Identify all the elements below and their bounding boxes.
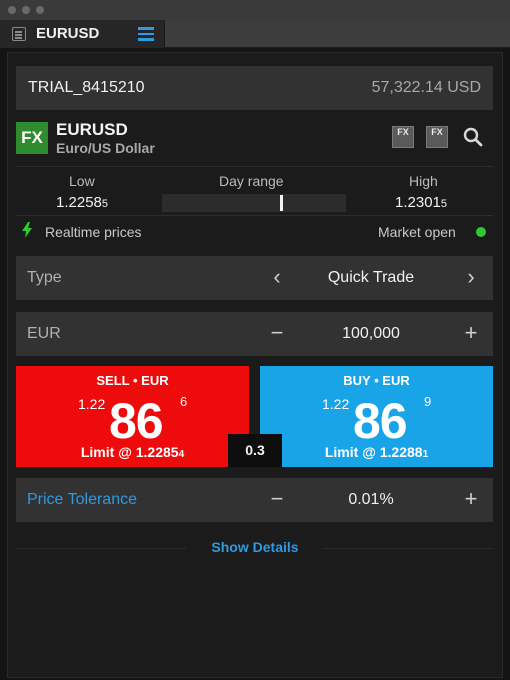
sell-button[interactable]: SELL • EUR 1.22 86 6 Limit @ 1.22854 — [16, 366, 249, 467]
type-next-button[interactable]: › — [456, 262, 486, 292]
high-label: High — [409, 173, 438, 189]
sell-price-big: 86 — [109, 393, 164, 449]
divider — [16, 166, 493, 167]
low-label: Low — [69, 173, 95, 189]
type-label: Type — [27, 269, 62, 286]
instrument-symbol: EURUSD — [56, 120, 128, 139]
day-range-label: Day range — [219, 173, 284, 189]
buy-price-big: 86 — [353, 393, 408, 449]
spread-value: 0.3 — [228, 434, 282, 467]
order-type-row: Type ‹ Quick Trade › — [16, 256, 493, 300]
lightning-icon — [22, 222, 32, 238]
window-close-button[interactable] — [8, 6, 16, 14]
fx-badge: FX — [16, 122, 48, 154]
sell-limit: Limit @ 1.22854 — [80, 444, 185, 460]
window-maximize-button[interactable] — [36, 6, 44, 14]
show-details-link[interactable]: Show Details — [0, 539, 510, 555]
day-range-bar — [162, 194, 346, 212]
market-status-label: Market open — [378, 224, 456, 240]
buy-price-pip: 9 — [424, 394, 432, 409]
buy-button[interactable]: BUY • EUR 1.22 86 9 Limit @ 1.22881 — [260, 366, 493, 467]
amount-input[interactable]: 100,000 — [256, 325, 486, 343]
tab-title: EURUSD — [36, 25, 100, 42]
market-status-dot — [476, 227, 486, 237]
chart-alt-icon[interactable]: FX — [426, 126, 448, 148]
divider — [16, 215, 493, 216]
sell-price-pip: 6 — [180, 394, 188, 409]
buy-price-prefix: 1.22 — [322, 396, 350, 412]
window-titlebar — [0, 0, 510, 20]
buy-label: BUY • EUR — [343, 373, 410, 388]
account-selector[interactable]: TRIAL_8415210 57,322.14 USD — [16, 66, 493, 110]
low-value: 1.22585 — [56, 194, 109, 211]
amount-increase-button[interactable]: + — [456, 318, 486, 348]
instrument-description: Euro/US Dollar — [56, 140, 155, 156]
day-range-marker — [280, 195, 283, 211]
currency-label: EUR — [27, 325, 61, 342]
amount-row: EUR − 100,000 + — [16, 312, 493, 356]
order-type-value: Quick Trade — [327, 269, 415, 286]
sell-label: SELL • EUR — [96, 373, 169, 388]
buy-limit: Limit @ 1.22881 — [324, 444, 429, 460]
tab-bar: EURUSD — [0, 20, 510, 48]
window-minimize-button[interactable] — [22, 6, 30, 14]
high-value: 1.23015 — [395, 194, 448, 211]
account-balance: 57,322.14 USD — [371, 79, 481, 96]
ticket-icon — [12, 27, 26, 41]
search-icon[interactable] — [463, 127, 483, 147]
price-tolerance-label[interactable]: Price Tolerance — [27, 491, 137, 509]
tolerance-value[interactable]: 0.01% — [256, 491, 486, 509]
tab-eurusd[interactable]: EURUSD — [0, 20, 165, 48]
tolerance-increase-button[interactable]: + — [456, 484, 486, 514]
account-id: TRIAL_8415210 — [28, 79, 145, 96]
chart-icon[interactable]: FX — [392, 126, 414, 148]
sell-price-prefix: 1.22 — [78, 396, 106, 412]
price-tolerance-row: Price Tolerance − 0.01% + — [16, 478, 493, 522]
realtime-prices-label: Realtime prices — [45, 224, 142, 240]
menu-icon[interactable] — [138, 27, 154, 41]
